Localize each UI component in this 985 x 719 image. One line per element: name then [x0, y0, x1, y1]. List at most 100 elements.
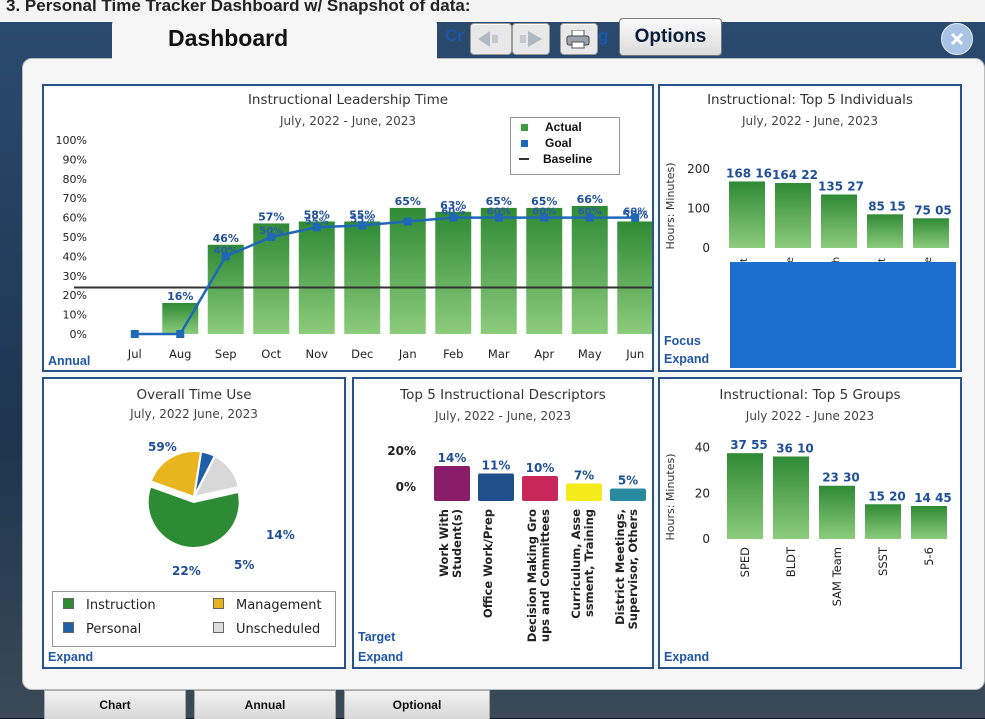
overall-legend-swatch	[213, 622, 224, 633]
grp-bar	[911, 505, 947, 539]
ilt-bar	[389, 207, 426, 334]
ilt-goal-point	[221, 252, 230, 261]
desc-bar	[434, 466, 470, 501]
ilt-xtick: Nov	[306, 347, 329, 361]
tab-chart[interactable]: Chart	[44, 690, 186, 719]
ind-data-label: 75 05	[914, 203, 952, 217]
desc-data-label: 11%	[482, 459, 511, 473]
desc-bar	[478, 473, 514, 501]
ind-ytick: 0	[702, 241, 710, 255]
ilt-bar	[617, 221, 652, 334]
desc-xtick: Student(s)	[450, 509, 464, 578]
overall-legend-item: Personal	[63, 622, 141, 637]
focus-link[interactable]: Focus	[664, 334, 701, 348]
forward-arrow-icon	[520, 31, 542, 47]
ilt-goal-point	[403, 217, 412, 226]
back-arrow-icon	[478, 31, 498, 47]
ilt-xtick: Jun	[625, 347, 644, 361]
overall-legend-item: Unscheduled	[213, 622, 320, 637]
grp-xtick: SPED	[738, 547, 752, 578]
close-button[interactable]	[941, 23, 973, 55]
panel-overall-time-use: Overall Time Use July, 2022 June, 2023 5…	[42, 377, 346, 669]
desc-bar	[522, 476, 558, 501]
expand-link-individuals[interactable]: Expand	[664, 352, 709, 366]
overall-legend-item: Management	[213, 598, 322, 613]
ind-ytick: 200	[687, 162, 710, 176]
panel-top5-groups: Instructional: Top 5 Groups July 2022 - …	[658, 377, 962, 669]
grp-xtick: SSST	[876, 546, 890, 576]
overall-legend-swatch	[213, 598, 224, 609]
groups-chart: 0 20 40 Hours: Minutes) 37 55 SPED 36 10 BLDT 23…	[664, 438, 952, 606]
ilt-data-label: 46%	[213, 232, 239, 245]
panel-instructional-leadership-time: Instructional Leadership Time July, 2022…	[42, 84, 654, 372]
ilt-bar	[480, 207, 517, 334]
close-icon	[950, 32, 964, 46]
desc-data-label: 14%	[438, 451, 467, 465]
ilt-legend-swatch	[521, 124, 528, 131]
ilt-goal-point	[176, 330, 185, 338]
expand-link-overall[interactable]: Expand	[48, 650, 93, 664]
grp-data-label: 23 30	[822, 471, 860, 485]
annual-link[interactable]: Annual	[48, 354, 90, 368]
grp-bar	[773, 456, 809, 539]
desc-xtick: Curriculum, Asse	[569, 509, 583, 619]
desc-bar	[566, 483, 602, 501]
pie-label: 5%	[234, 558, 254, 572]
ilt-ytick: 40%	[63, 250, 87, 263]
printer-icon	[566, 30, 590, 49]
back-button[interactable]	[470, 23, 512, 55]
ilt-xtick: Aug	[169, 347, 191, 361]
grp-bar	[727, 453, 763, 539]
desc-xtick: Supervisor, Others	[626, 509, 640, 630]
dashboard-title-tab: Dashboard	[112, 15, 437, 69]
ilt-legend-label: Actual	[545, 120, 582, 134]
ilt-bar	[435, 211, 472, 334]
grp-data-label: 36 10	[776, 441, 814, 455]
overall-legend-swatch	[63, 622, 74, 633]
grp-ytick: 20	[695, 486, 710, 500]
desc-data-label: 5%	[618, 474, 638, 488]
ind-bar	[729, 181, 765, 248]
desc-xtick: Work With	[437, 509, 451, 577]
grp-data-label: 15 20	[868, 489, 906, 503]
ilt-bar	[571, 205, 608, 334]
ilt-bar	[526, 207, 563, 334]
toolbar-fragment: g	[598, 26, 609, 45]
ilt-ytick: 80%	[63, 173, 87, 186]
options-button[interactable]: Options	[619, 18, 722, 56]
tab-optional[interactable]: Optional	[344, 690, 490, 719]
ilt-legend-label: Goal	[545, 136, 572, 150]
ilt-ytick: 20%	[63, 289, 87, 302]
ilt-xtick: Jan	[398, 347, 417, 361]
desc-xtick: ups and Committees	[538, 509, 552, 642]
ilt-legend-item: Baseline	[519, 152, 592, 166]
desc-ytick: 0%	[396, 480, 416, 494]
overall-pie-chart: 59% 22% 5% 14%	[146, 440, 295, 578]
grp-data-label: 14 45	[914, 491, 952, 505]
tab-annual[interactable]: Annual	[194, 690, 336, 719]
ilt-ytick: 10%	[63, 309, 87, 322]
ilt-data-label: 16%	[167, 290, 193, 303]
ilt-xtick: Mar	[488, 347, 510, 361]
desc-bar	[610, 488, 646, 501]
ilt-ytick: 30%	[63, 270, 87, 283]
ind-ytick: 100	[687, 201, 710, 215]
grp-data-label: 37 55	[730, 438, 768, 452]
grp-xtick: SAM Team	[830, 547, 844, 606]
ilt-goal-point	[358, 221, 367, 230]
ilt-goal-point	[449, 213, 458, 222]
print-button[interactable]	[560, 23, 598, 55]
expand-link-groups[interactable]: Expand	[664, 650, 709, 664]
expand-link-descriptors[interactable]: Expand	[358, 650, 403, 664]
ilt-data-label: 65%	[395, 195, 421, 208]
forward-button[interactable]	[512, 23, 550, 55]
ilt-goal-point	[585, 213, 594, 222]
ilt-bar	[298, 221, 335, 334]
ind-data-label: 168 16	[726, 166, 772, 180]
target-link[interactable]: Target	[358, 630, 395, 644]
ilt-xtick: Jul	[127, 347, 142, 361]
ilt-data-label: 66%	[577, 193, 603, 206]
dashboard-title: Dashboard	[168, 25, 289, 51]
ind-data-label: 85 15	[868, 199, 906, 213]
ilt-legend-item: Actual	[519, 120, 582, 134]
